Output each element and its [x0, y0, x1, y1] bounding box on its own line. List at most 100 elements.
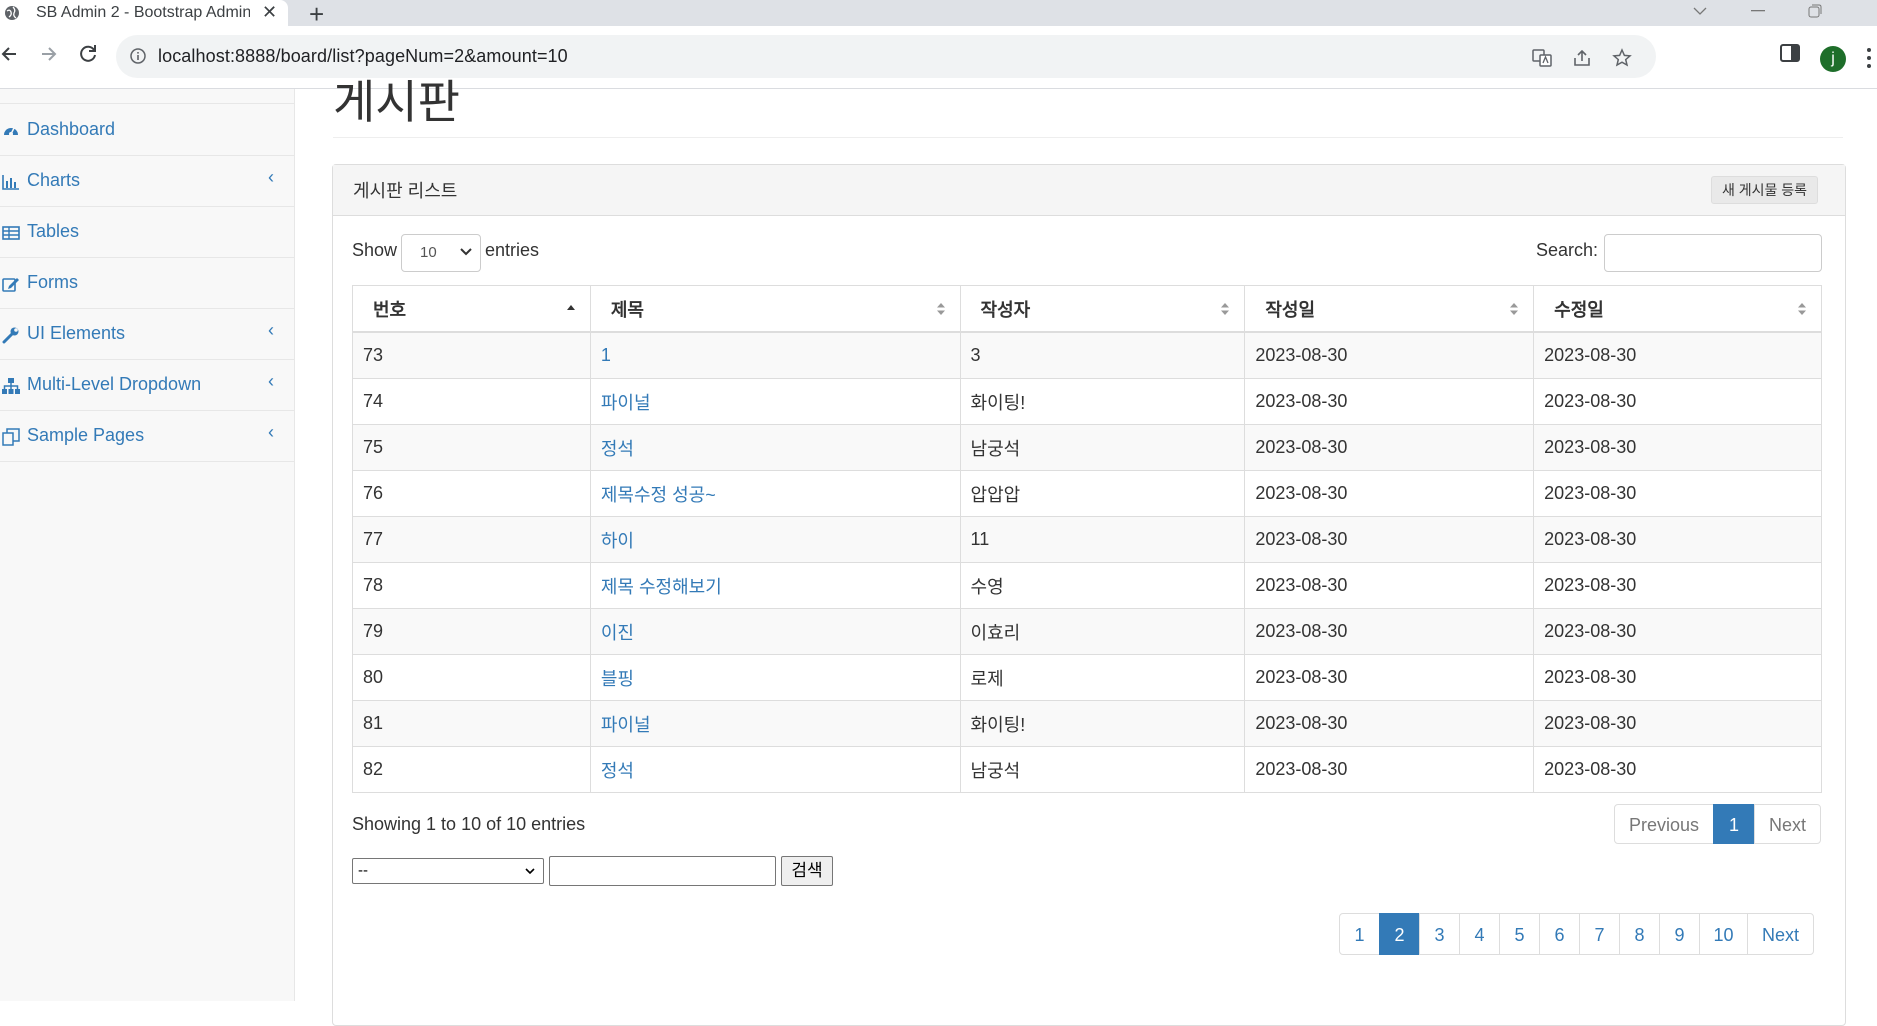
column-header-title[interactable]: 제목 [589, 285, 961, 333]
pagination-page[interactable]: 3 [1419, 913, 1460, 955]
pagination-next[interactable]: Next [1747, 913, 1814, 955]
profile-avatar[interactable]: j [1820, 46, 1846, 72]
pagination-page[interactable]: 1 [1713, 804, 1755, 844]
share-icon[interactable] [1572, 48, 1592, 68]
post-title-link[interactable]: 파이널 [601, 715, 651, 735]
cell-updatedate: 2023-08-30 [1533, 654, 1822, 701]
sidebar-item-multi-level-dropdown[interactable]: Multi-Level Dropdown ‹ [0, 360, 294, 411]
sidebar-item-charts[interactable]: Charts ‹ [0, 156, 294, 207]
cell-regdate: 2023-08-30 [1244, 608, 1535, 655]
chevron-down-icon [525, 868, 535, 875]
sidebar-item-dashboard[interactable]: Dashboard [0, 105, 294, 156]
sidebar: Dashboard Charts ‹ Tables Forms UI Eleme… [0, 89, 295, 1001]
pagination-page[interactable]: 5 [1499, 913, 1540, 955]
cell-no: 76 [352, 470, 591, 517]
sidebar-item-ui-elements[interactable]: UI Elements ‹ [0, 309, 294, 360]
cell-no: 73 [352, 331, 591, 379]
browser-menu-icon[interactable] [1866, 46, 1872, 70]
sidebar-item-label: UI Elements [27, 323, 126, 343]
cell-writer: 로제 [959, 654, 1246, 701]
forward-icon[interactable] [34, 40, 62, 68]
url-text: localhost:8888/board/list?pageNum=2&amou… [158, 46, 568, 66]
pagination-page[interactable]: 1 [1339, 913, 1380, 955]
post-title-link[interactable]: 블핑 [601, 669, 634, 689]
post-title-link[interactable]: 제목수정 성공~ [601, 485, 716, 505]
page-length-select[interactable]: 10 [401, 234, 481, 272]
cell-regdate: 2023-08-30 [1244, 331, 1535, 379]
tab-search-icon[interactable] [1693, 6, 1707, 16]
column-header-no[interactable]: 번호 [352, 285, 591, 333]
pagination-page[interactable]: 7 [1579, 913, 1620, 955]
post-title-link[interactable]: 파이널 [601, 393, 651, 413]
cell-no: 81 [352, 700, 591, 747]
minimize-icon[interactable] [1751, 10, 1765, 12]
reload-icon[interactable] [74, 40, 102, 68]
column-header-updatedate[interactable]: 수정일 [1533, 285, 1822, 333]
cell-regdate: 2023-08-30 [1244, 746, 1535, 793]
post-title-link[interactable]: 이진 [601, 623, 634, 643]
cell-title: 정석 [589, 746, 961, 793]
sidebar-item-tables[interactable]: Tables [0, 207, 294, 258]
column-header-label: 제목 [610, 299, 644, 320]
browser-tab[interactable]: SB Admin 2 - Bootstrap Admin ✕ [0, 0, 288, 26]
cell-no: 79 [352, 608, 591, 655]
translate-icon[interactable] [1532, 48, 1552, 68]
pagination-page[interactable]: 9 [1659, 913, 1700, 955]
pagination-previous[interactable]: Previous [1614, 804, 1714, 844]
back-icon[interactable] [0, 40, 24, 68]
post-title-link[interactable]: 정석 [601, 439, 634, 459]
search-label: Search: [1536, 240, 1599, 260]
cell-updatedate: 2023-08-30 [1533, 470, 1822, 517]
side-panel-icon[interactable] [1779, 42, 1801, 64]
post-title-link[interactable]: 1 [601, 345, 611, 365]
datatable-pagination: Previous 1 Next [1614, 804, 1821, 844]
entries-label: entries [485, 240, 540, 260]
restore-icon[interactable] [1808, 4, 1822, 18]
table-row: 79 이진 이효리 2023-08-30 2023-08-30 [352, 608, 1822, 655]
cell-writer: 3 [959, 331, 1246, 379]
cell-writer: 11 [959, 516, 1246, 563]
site-info-icon[interactable] [130, 48, 146, 64]
post-title-link[interactable]: 제목 수정해보기 [601, 577, 722, 597]
sidebar-item-sample-pages[interactable]: Sample Pages ‹ [0, 411, 294, 462]
keyword-input[interactable] [549, 856, 776, 886]
chevron-left-icon: ‹ [268, 371, 274, 391]
search-type-select[interactable]: -- [352, 858, 544, 884]
cell-writer: 이효리 [959, 608, 1246, 655]
cell-regdate: 2023-08-30 [1244, 700, 1535, 747]
tab-close-icon[interactable]: ✕ [262, 2, 277, 23]
cell-no: 77 [352, 516, 591, 563]
register-button[interactable]: 새 게시물 등록 [1711, 176, 1819, 204]
bookmark-star-icon[interactable] [1612, 48, 1632, 68]
pagination-page[interactable]: 2 [1379, 913, 1420, 955]
page-length-value: 10 [420, 244, 437, 261]
sort-icon [936, 303, 945, 315]
post-title-link[interactable]: 하이 [601, 531, 634, 551]
dashboard-icon [4, 127, 18, 136]
cell-regdate: 2023-08-30 [1244, 516, 1535, 563]
column-header-writer[interactable]: 작성자 [959, 285, 1246, 333]
sidebar-item-label: Tables [27, 221, 80, 241]
chevron-down-icon [460, 248, 472, 256]
pagination-page[interactable]: 10 [1699, 913, 1748, 955]
sidebar-item-label: Multi-Level Dropdown [27, 374, 202, 394]
cell-title: 하이 [589, 516, 961, 563]
column-header-regdate[interactable]: 작성일 [1244, 285, 1535, 333]
pagination-next[interactable]: Next [1754, 804, 1821, 844]
table-icon [2, 226, 20, 240]
pagination-page[interactable]: 8 [1619, 913, 1660, 955]
pagination-page[interactable]: 6 [1539, 913, 1580, 955]
post-title-link[interactable]: 정석 [601, 761, 634, 781]
search-button[interactable]: 검색 [781, 856, 833, 886]
cell-updatedate: 2023-08-30 [1533, 746, 1822, 793]
sidebar-top-divider [0, 85, 294, 104]
sidebar-item-forms[interactable]: Forms [0, 258, 294, 309]
search-input[interactable] [1604, 234, 1822, 272]
table-header-row: 번호 제목 작성자 작성일 수정일 [352, 285, 1822, 333]
globe-icon [5, 6, 19, 20]
pagination-page[interactable]: 4 [1459, 913, 1500, 955]
sort-icon [1510, 303, 1519, 315]
cell-updatedate: 2023-08-30 [1533, 378, 1822, 425]
cell-title: 1 [589, 331, 961, 379]
cell-writer: 압압압 [959, 470, 1246, 517]
